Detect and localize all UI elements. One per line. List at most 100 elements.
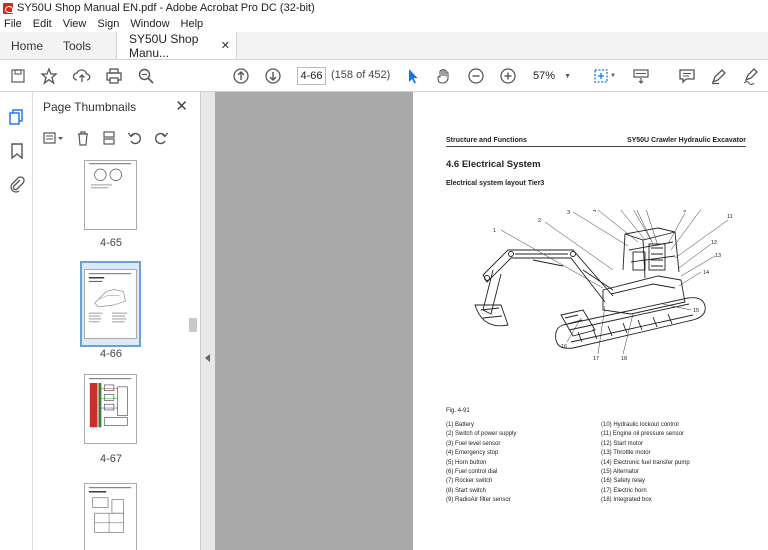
legend-item: (16) Safety relay bbox=[601, 478, 646, 485]
hand-tool-icon[interactable] bbox=[434, 66, 454, 86]
tab-document[interactable]: SY50U Shop Manu... ✕ bbox=[116, 31, 237, 60]
pdf-page: Structure and Functions SY50U Crawler Hy… bbox=[413, 92, 768, 550]
menu-window[interactable]: Window bbox=[130, 18, 169, 30]
thumbnail-list: 4-65 4-66 4-67 bbox=[33, 152, 189, 550]
legend-item: (18) Integrated box bbox=[601, 497, 652, 504]
header-rule bbox=[446, 146, 746, 147]
attachments-icon[interactable] bbox=[8, 175, 26, 193]
legend-item: (5) Horn button bbox=[446, 459, 487, 466]
thumbnail-page[interactable] bbox=[84, 483, 137, 550]
thumbnail-page[interactable] bbox=[84, 160, 137, 230]
rotate-clockwise-icon[interactable] bbox=[151, 129, 171, 147]
page-thumbnails-icon[interactable] bbox=[8, 108, 26, 126]
section-subtitle: Electrical system layout Tier3 bbox=[446, 180, 545, 187]
select-cursor-icon[interactable] bbox=[403, 66, 423, 86]
callout-11: 11 bbox=[727, 214, 733, 220]
acrobat-pdf-icon bbox=[3, 2, 13, 14]
thumbnail-options-icon[interactable] bbox=[41, 129, 67, 147]
chevron-down-icon: ▼ bbox=[564, 72, 571, 80]
menu-sign[interactable]: Sign bbox=[97, 18, 119, 30]
close-tab-icon[interactable]: ✕ bbox=[221, 39, 230, 52]
legend-item: (8) Start switch bbox=[446, 487, 487, 494]
thumbnail-page[interactable] bbox=[84, 374, 137, 444]
zoom-level: 57% bbox=[533, 70, 556, 82]
page-count: (158 of 452) bbox=[331, 69, 391, 81]
print-icon[interactable] bbox=[104, 66, 124, 86]
next-page-icon[interactable] bbox=[263, 66, 283, 86]
upload-cloud-icon[interactable] bbox=[72, 66, 92, 86]
scrollbar-thumb[interactable] bbox=[189, 318, 197, 332]
bookmark-star-icon[interactable] bbox=[39, 66, 59, 86]
tab-bar: Home Tools SY50U Shop Manu... ✕ bbox=[0, 32, 768, 60]
search-zoom-icon[interactable] bbox=[136, 66, 156, 86]
page-number-input[interactable]: 4-66 bbox=[297, 67, 326, 85]
callout-9: 9 bbox=[683, 210, 686, 214]
rotate-counterclockwise-icon[interactable] bbox=[125, 129, 145, 147]
legend-item: (11) Engine oil pressure sensor bbox=[601, 431, 684, 438]
thumbnails-pane-title: Page Thumbnails bbox=[43, 100, 137, 114]
zoom-level-select[interactable]: 57% ▼ bbox=[530, 67, 574, 85]
callout-17: 17 bbox=[593, 356, 599, 362]
legend-item: (7) Rocker switch bbox=[446, 478, 493, 485]
legend-item: (15) Alternator bbox=[601, 469, 640, 476]
callout-3: 3 bbox=[567, 210, 570, 216]
pane-collapse-gutter[interactable] bbox=[201, 92, 215, 550]
legend-item: (6) Fuel control dial bbox=[446, 469, 498, 476]
legend-item: (9) RadioAir filter sensor bbox=[446, 497, 511, 504]
tab-home[interactable]: Home bbox=[0, 32, 54, 59]
legend-item: (12) Start motor bbox=[601, 440, 644, 447]
fit-page-dropdown-icon[interactable]: ▼ bbox=[609, 66, 617, 86]
callout-18: 18 bbox=[621, 356, 627, 362]
callout-13: 13 bbox=[715, 253, 721, 259]
page-header-right: SY50U Crawler Hydraulic Excavator bbox=[626, 137, 746, 144]
section-title: 4.6 Electrical System bbox=[446, 159, 541, 170]
close-pane-icon[interactable]: ✕ bbox=[175, 97, 188, 115]
legend-item: (1) Battery bbox=[446, 422, 475, 428]
tab-document-label: SY50U Shop Manu... bbox=[129, 31, 199, 60]
thumbnail-label: 4-67 bbox=[99, 453, 123, 465]
previous-page-icon[interactable] bbox=[231, 66, 251, 86]
callout-4: 4 bbox=[593, 210, 596, 214]
legend-item: (13) Throttle motor bbox=[601, 450, 651, 457]
delete-page-icon[interactable] bbox=[73, 129, 93, 147]
thumbnail-page-selected[interactable] bbox=[84, 269, 137, 339]
menu-bar: File Edit View Sign Window Help bbox=[0, 16, 768, 32]
legend-item: (2) Switch of power supply bbox=[446, 431, 517, 438]
toolbar: 4-66 (158 of 452) 57% ▼ ▼ bbox=[0, 60, 768, 92]
window-title: SY50U Shop Manual EN.pdf - Adobe Acrobat… bbox=[17, 2, 315, 14]
menu-file[interactable]: File bbox=[4, 18, 22, 30]
tab-tools[interactable]: Tools bbox=[54, 32, 100, 59]
thumbnail-label: 4-65 bbox=[99, 237, 123, 249]
document-canvas[interactable]: Structure and Functions SY50U Crawler Hy… bbox=[215, 92, 768, 550]
fit-page-icon[interactable] bbox=[591, 66, 611, 86]
menu-view[interactable]: View bbox=[63, 18, 87, 30]
collapse-arrow-icon[interactable] bbox=[205, 354, 210, 362]
callout-1: 1 bbox=[493, 228, 496, 234]
save-icon[interactable] bbox=[8, 66, 28, 86]
excavator-electrical-figure: 1 2 3 4 5 6 7 8 9 10 11 12 13 14 15 16 1… bbox=[474, 210, 733, 362]
menu-edit[interactable]: Edit bbox=[33, 18, 52, 30]
zoom-out-icon[interactable] bbox=[466, 66, 486, 86]
comment-icon[interactable] bbox=[677, 66, 697, 86]
callout-15: 15 bbox=[693, 308, 699, 314]
highlight-pen-icon[interactable] bbox=[709, 66, 729, 86]
title-bar: SY50U Shop Manual EN.pdf - Adobe Acrobat… bbox=[0, 0, 768, 16]
bookmarks-icon[interactable] bbox=[8, 142, 26, 160]
legend-item: (3) Fuel level sensor bbox=[446, 440, 501, 447]
keyboard-scroll-icon[interactable] bbox=[631, 66, 651, 86]
thumbnail-scrollbar[interactable] bbox=[188, 152, 198, 550]
menu-help[interactable]: Help bbox=[181, 18, 204, 30]
callout-12: 12 bbox=[711, 240, 717, 246]
sign-pen-icon[interactable] bbox=[741, 66, 761, 86]
callout-2: 2 bbox=[538, 218, 541, 224]
legend-item: (10) Hydraulic lockout control bbox=[601, 422, 679, 428]
thumbnails-pane: Page Thumbnails ✕ 4-65 4-66 4-67 bbox=[33, 92, 201, 550]
callout-16: 16 bbox=[561, 344, 567, 350]
callout-14: 14 bbox=[703, 270, 709, 276]
thumbnail-toolbar bbox=[41, 128, 177, 148]
figure-caption: Fig. 4-91 bbox=[446, 408, 470, 414]
left-rail bbox=[0, 92, 33, 550]
zoom-in-icon[interactable] bbox=[498, 66, 518, 86]
extract-pages-icon[interactable] bbox=[99, 129, 119, 147]
legend-right: (10) Hydraulic lockout control (11) Engi… bbox=[601, 421, 690, 506]
